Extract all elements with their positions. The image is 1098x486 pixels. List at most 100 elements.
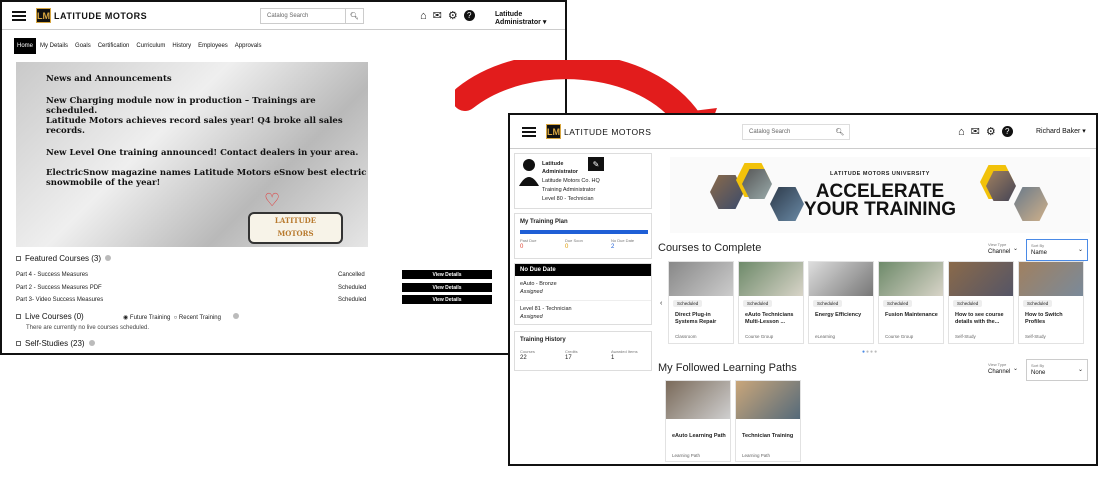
catalog-search[interactable]: Catalog Search 🔍︎ <box>260 8 364 24</box>
collapse-icon[interactable] <box>16 314 21 319</box>
tab-history[interactable]: History <box>169 38 194 54</box>
no-due-count: 2 <box>611 244 615 250</box>
course-type: Course Group <box>745 334 774 339</box>
radio-future[interactable]: ◉ <box>123 315 128 321</box>
item-title: Level 81 - Technician <box>520 306 572 312</box>
help-icon[interactable]: ? <box>463 10 475 21</box>
info-icon[interactable] <box>88 340 95 346</box>
course-card[interactable]: Scheduled How to Switch Profiles Self-St… <box>1018 261 1084 344</box>
view-type-label: View Type <box>988 362 1007 367</box>
collapse-icon[interactable] <box>16 256 21 261</box>
course-type: Course Group <box>885 334 914 339</box>
course-status: Cancelled <box>338 271 365 278</box>
view-type-label: View Type <box>988 242 1007 247</box>
sort-by-select[interactable]: Sort By Name ⌄ <box>1026 239 1088 261</box>
path-image <box>736 381 800 419</box>
announcement-item: New Level One training announced! Contac… <box>46 148 359 158</box>
course-image <box>879 262 943 296</box>
course-card[interactable]: Scheduled How to see course details with… <box>948 261 1014 344</box>
paths-view-type-select[interactable]: View Type Channel ⌄ <box>984 359 1022 381</box>
info-icon[interactable] <box>232 313 239 319</box>
gear-icon[interactable]: ⚙ <box>448 9 458 22</box>
search-icon[interactable]: 🔍︎ <box>345 9 363 23</box>
brand-logo[interactable]: LM LATITUDE MOTORS <box>546 124 651 139</box>
tab-certification[interactable]: Certification <box>95 38 133 54</box>
course-type: Classroom <box>675 334 697 339</box>
tab-home[interactable]: Home <box>14 38 37 54</box>
help-icon[interactable]: ? <box>1001 126 1013 137</box>
course-title: eAuto Technicians Multi-Lesson ... <box>745 312 794 325</box>
menu-icon[interactable] <box>522 126 536 137</box>
course-image <box>669 262 733 296</box>
paths-sort-select[interactable]: Sort By None ⌄ <box>1026 359 1088 381</box>
past-due-label: Past Due <box>520 238 537 243</box>
due-soon-count: 0 <box>565 244 569 250</box>
course-image <box>1019 262 1083 296</box>
home-icon[interactable]: ⌂ <box>420 10 427 22</box>
banner-kicker: LATITUDE MOTORS UNIVERSITY <box>830 171 930 177</box>
live-courses-header[interactable]: Live Courses (0) <box>16 312 84 321</box>
mail-icon[interactable]: ✉ <box>971 125 980 138</box>
tab-employees[interactable]: Employees <box>195 38 231 54</box>
brand-logo[interactable]: LM LATITUDE MOTORS <box>36 8 147 23</box>
badge-bottom: MOTORS <box>277 229 314 238</box>
course-status: Scheduled <box>338 284 367 291</box>
tab-approvals[interactable]: Approvals <box>232 38 265 54</box>
course-title: Fusion Maintenance <box>885 312 938 318</box>
mail-icon[interactable]: ✉ <box>433 9 442 22</box>
gear-icon[interactable]: ⚙ <box>986 125 996 138</box>
tab-curriculum[interactable]: Curriculum <box>133 38 168 54</box>
menu-icon[interactable] <box>12 10 26 21</box>
view-type-select[interactable]: View Type Channel ⌄ <box>984 239 1022 261</box>
brand-name: LATITUDE MOTORS <box>54 10 148 21</box>
course-image <box>949 262 1013 296</box>
list-item[interactable]: Level 81 - Technician Assigned <box>515 301 651 325</box>
banner-photo <box>770 187 804 221</box>
course-card[interactable]: Scheduled Energy Efficiency eLearning <box>808 261 874 344</box>
search-input[interactable]: Catalog Search <box>743 129 831 135</box>
user-menu[interactable]: Latitude Administrator ▾ <box>495 11 565 26</box>
info-icon[interactable] <box>105 255 112 261</box>
radio-recent[interactable]: ○ <box>174 315 178 321</box>
course-card[interactable]: Scheduled eAuto Technicians Multi-Lesson… <box>738 261 804 344</box>
learning-path-card[interactable]: eAuto Learning Path Learning Path <box>665 380 731 462</box>
path-title: eAuto Learning Path <box>672 433 726 439</box>
plan-title: My Training Plan <box>520 219 568 225</box>
course-title: Direct Plug-in Systems Repair <box>675 312 717 325</box>
view-details-button[interactable]: View Details <box>402 283 492 292</box>
course-title: How to see course details with the... <box>955 312 1004 325</box>
user-menu[interactable]: Richard Baker ▾ <box>1036 127 1086 135</box>
sort-value: Name <box>1031 250 1048 256</box>
catalog-search[interactable]: Catalog Search 🔍︎ <box>742 124 850 140</box>
view-details-button[interactable]: View Details <box>402 270 492 279</box>
sort-label: Sort By <box>1031 243 1045 248</box>
list-item[interactable]: eAuto - Bronze Assigned <box>515 276 651 301</box>
awarded-label: Awarded Items <box>611 349 638 354</box>
collapse-icon[interactable] <box>16 341 21 346</box>
learning-path-card[interactable]: Technician Training Learning Path <box>735 380 801 462</box>
top-icons: ⌂ ✉ ⚙ ? <box>420 9 475 22</box>
course-card[interactable]: Scheduled Fusion Maintenance Course Grou… <box>878 261 944 344</box>
status-badge: Scheduled <box>673 300 703 307</box>
carousel-dots[interactable]: ●●●● <box>862 349 878 355</box>
edit-profile-button[interactable]: ✎ <box>588 157 604 171</box>
featured-courses-header[interactable]: Featured Courses (3) <box>16 254 112 263</box>
plan-progress-bar <box>520 230 648 234</box>
no-due-date-list: No Due Date eAuto - Bronze Assigned Leve… <box>514 263 652 325</box>
badge-top: LATITUDE <box>274 216 317 225</box>
no-live-message: There are currently no live courses sche… <box>26 325 150 331</box>
carousel-prev-icon[interactable]: ‹ <box>660 300 662 307</box>
logo-mark: LM <box>546 124 561 139</box>
live-title: Live Courses (0) <box>25 312 84 321</box>
search-input[interactable]: Catalog Search <box>261 13 345 19</box>
status-badge: Scheduled <box>953 300 983 307</box>
home-icon[interactable]: ⌂ <box>958 126 965 138</box>
profile-org: Latitude Motors Co. HQ <box>542 178 600 184</box>
chevron-down-icon: ⌄ <box>1077 247 1083 253</box>
tab-goals[interactable]: Goals <box>72 38 94 54</box>
search-icon[interactable]: 🔍︎ <box>831 125 849 139</box>
tab-my-details[interactable]: My Details <box>37 38 71 54</box>
view-details-button[interactable]: View Details <box>402 295 492 304</box>
self-studies-header[interactable]: Self-Studies (23) <box>16 339 95 348</box>
course-card[interactable]: Scheduled Direct Plug-in Systems Repair … <box>668 261 734 344</box>
